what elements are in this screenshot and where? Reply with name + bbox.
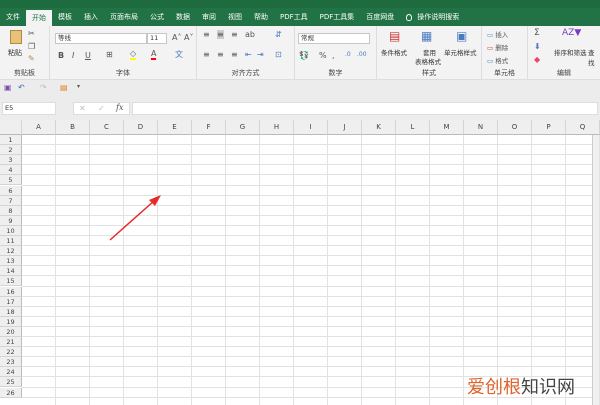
watermark-part2: 知识网	[521, 377, 575, 398]
watermark-part1: 爱创根	[467, 377, 521, 398]
annotation-arrow	[109, 195, 161, 241]
arrow-shaft	[109, 200, 155, 241]
watermark: 爱创根知识网	[467, 373, 575, 399]
